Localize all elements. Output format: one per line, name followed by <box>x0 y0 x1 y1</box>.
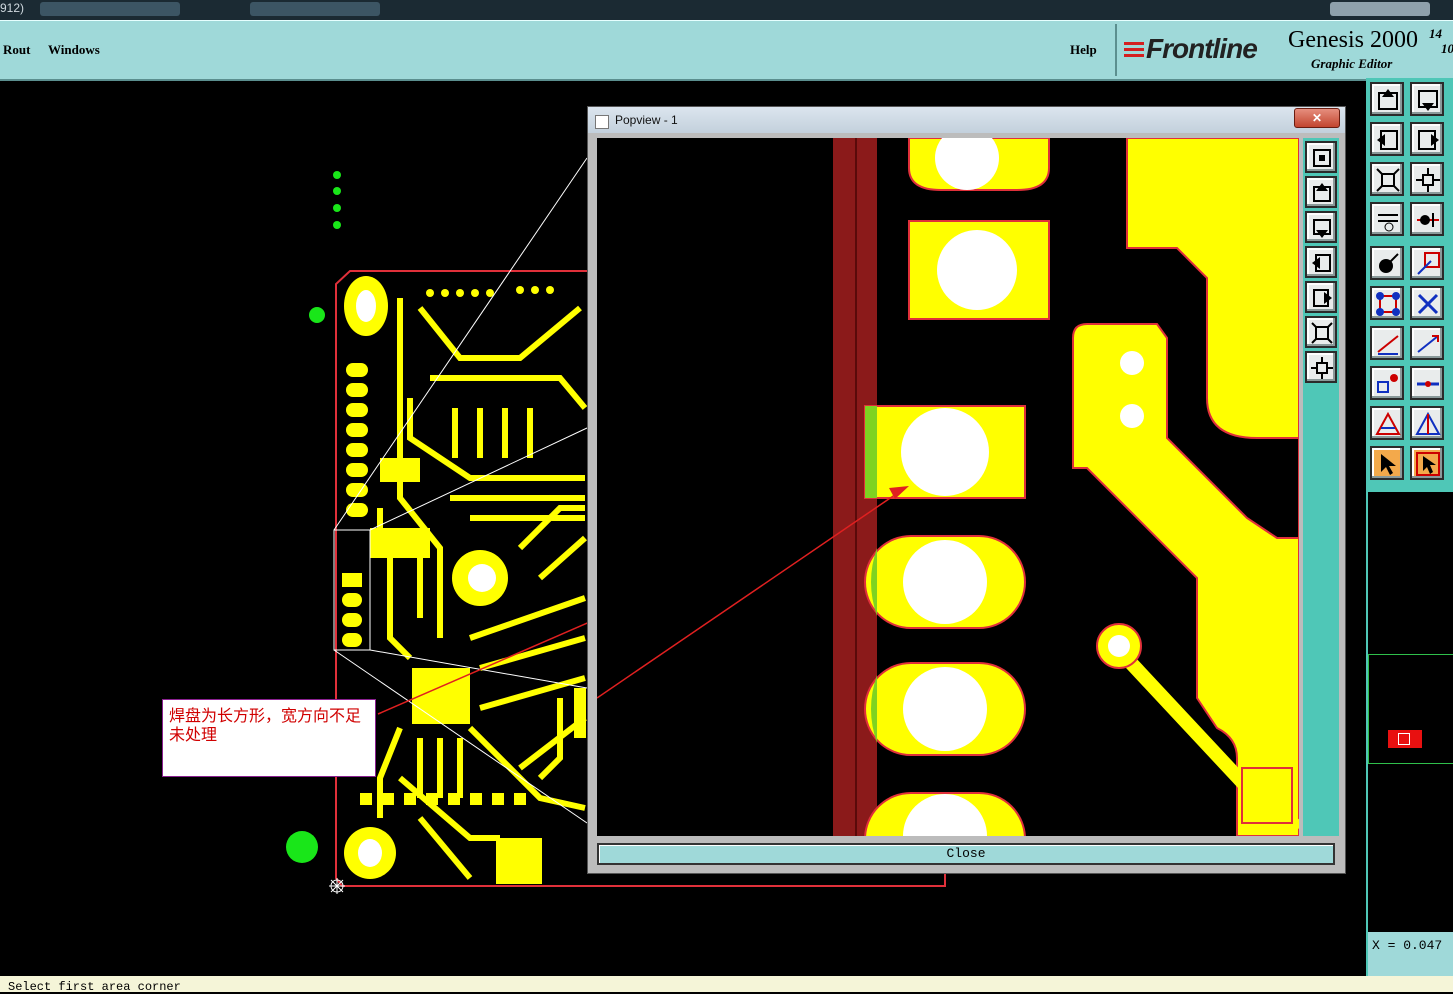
zoom-fit-icon[interactable] <box>1370 162 1404 196</box>
pan-right-icon[interactable] <box>1410 122 1444 156</box>
triangle-red-icon[interactable] <box>1370 406 1404 440</box>
annotation-text: 焊盘为长方形，宽方向不足未处理 <box>169 706 362 744</box>
title-strip: 912) <box>0 0 1453 20</box>
popview-canvas[interactable] <box>597 138 1299 836</box>
popview-window: Popview - 1 ✕ Close <box>587 106 1346 874</box>
window-title-fragment: 912) <box>0 1 25 15</box>
version-bottom: 10 <box>1441 41 1453 56</box>
frontline-logo: Frontline <box>1124 33 1258 65</box>
overview-board <box>1388 730 1422 748</box>
product-subtitle: Graphic Editor <box>1311 56 1393 71</box>
cross-icon[interactable] <box>1410 286 1444 320</box>
menu-help[interactable]: Help <box>1070 42 1097 58</box>
pv-down-icon[interactable] <box>1305 211 1337 243</box>
triangle-blue-icon[interactable] <box>1410 406 1444 440</box>
version-top: 14 <box>1429 26 1442 41</box>
popview-close-button[interactable]: Close <box>597 843 1335 865</box>
title-blur <box>1330 2 1430 16</box>
popview-toolbar <box>1303 138 1339 836</box>
pv-center-icon[interactable] <box>1305 351 1337 383</box>
line-blue-icon[interactable] <box>1410 326 1444 360</box>
h-line-icon[interactable] <box>1410 366 1444 400</box>
zoom-center-icon[interactable] <box>1410 162 1444 196</box>
product-name: Genesis 2000 <box>1288 27 1418 53</box>
menu-rout[interactable]: Rout <box>3 42 30 58</box>
line-red-icon[interactable] <box>1370 326 1404 360</box>
pv-zoom-icon[interactable] <box>1305 141 1337 173</box>
status-bar: Select first area corner <box>0 976 1453 994</box>
x-coordinate-readout: X = 0.047 <box>1372 938 1443 953</box>
pv-up-icon[interactable] <box>1305 176 1337 208</box>
popview-graphic <box>597 138 1299 836</box>
pan-left-icon[interactable] <box>1370 122 1404 156</box>
overview-viewport <box>1398 733 1410 745</box>
popview-close-x-button[interactable]: ✕ <box>1294 108 1340 128</box>
select-area-icon[interactable] <box>1410 246 1444 280</box>
popview-titlebar[interactable]: Popview - 1 ✕ <box>588 107 1345 133</box>
measure-icon[interactable] <box>1370 202 1404 236</box>
pan-up-icon[interactable] <box>1370 82 1404 116</box>
select-feature-icon[interactable] <box>1370 246 1404 280</box>
menu-windows[interactable]: Windows <box>48 42 100 58</box>
pointer-box-icon[interactable] <box>1410 446 1444 480</box>
connect-icon[interactable] <box>1370 286 1404 320</box>
popview-title: Popview - 1 <box>615 113 678 127</box>
title-blur <box>250 2 380 16</box>
title-blur <box>40 2 180 16</box>
pv-right-icon[interactable] <box>1305 281 1337 313</box>
menu-bar: Rout Windows Help Frontline Genesis 2000… <box>0 20 1453 81</box>
pv-left-icon[interactable] <box>1305 246 1337 278</box>
menu-divider <box>1115 24 1117 76</box>
popview-app-icon <box>595 115 609 129</box>
origin-marker <box>329 878 345 894</box>
pointer-icon[interactable] <box>1370 446 1404 480</box>
logo-text: Frontline <box>1146 33 1258 64</box>
coordinate-panel: X = 0.047 <box>1368 932 1453 976</box>
snap-icon[interactable] <box>1410 202 1444 236</box>
point-icon[interactable] <box>1370 366 1404 400</box>
pad-column <box>342 363 368 647</box>
annotation-note: 焊盘为长方形，宽方向不足未处理 <box>162 699 376 777</box>
pan-down-icon[interactable] <box>1410 82 1444 116</box>
pv-fit-icon[interactable] <box>1305 316 1337 348</box>
